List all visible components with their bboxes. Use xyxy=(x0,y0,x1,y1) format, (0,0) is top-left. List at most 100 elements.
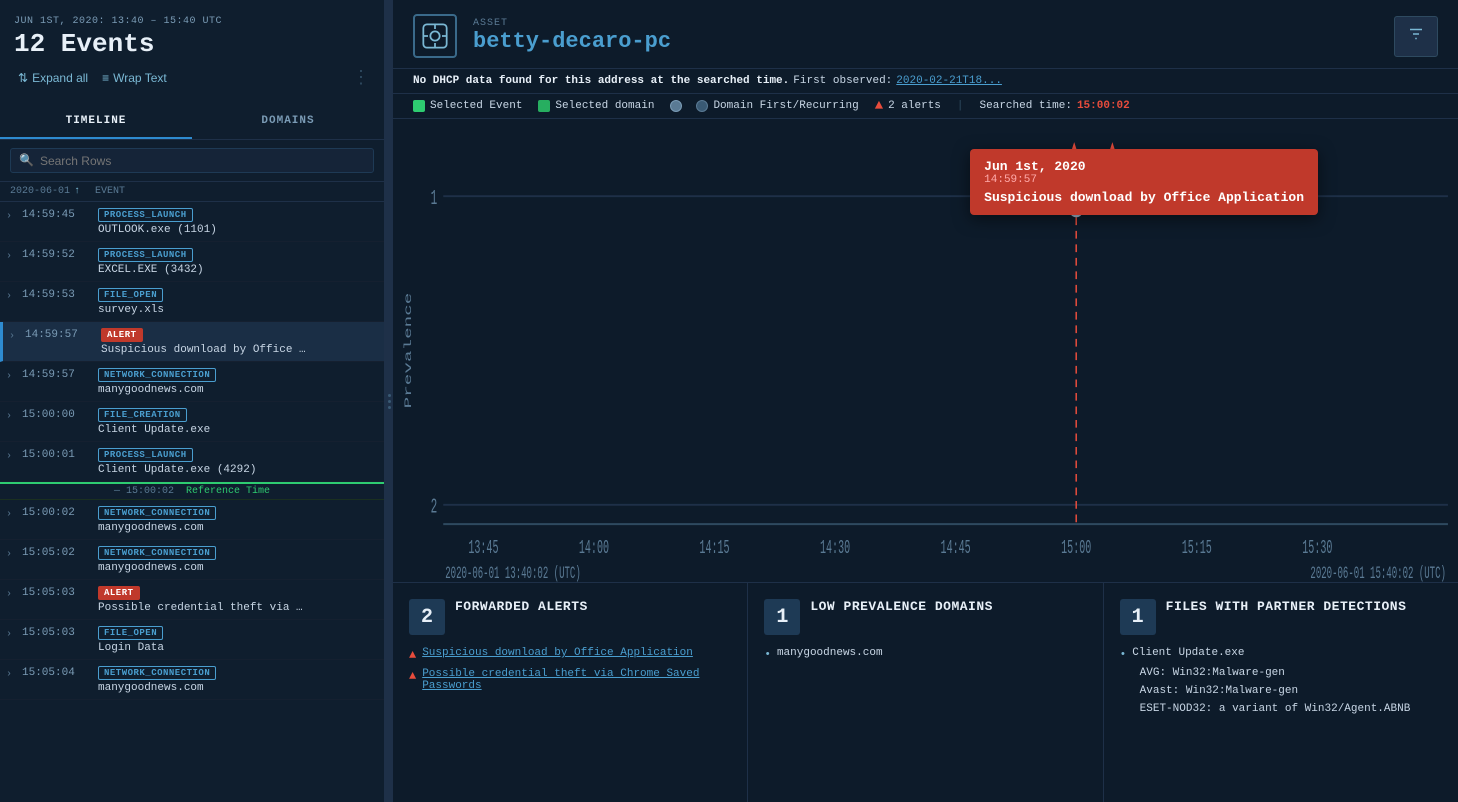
legend-domain-first: Domain First/Recurring xyxy=(670,100,858,112)
card-alert-link[interactable]: Suspicious download by Office Applicatio… xyxy=(422,647,693,659)
event-time: 14:59:57 xyxy=(22,367,94,381)
event-badge: FILE_OPEN xyxy=(98,288,163,302)
asset-icon xyxy=(413,14,457,58)
expand-arrow-icon[interactable]: › xyxy=(6,549,18,560)
event-row[interactable]: ›15:05:03ALERTPossible credential theft … xyxy=(0,580,384,620)
legend-selected-domain-label: Selected domain xyxy=(555,100,654,112)
asset-info: ASSET betty-decaro-pc xyxy=(473,18,1378,54)
more-options-button[interactable]: ⋮ xyxy=(352,67,370,89)
event-label: EXCEL.EXE (3432) xyxy=(98,264,338,276)
event-time: 14:59:53 xyxy=(22,287,94,301)
legend-alert-icon: ▲ xyxy=(875,98,883,114)
event-row[interactable]: ›15:00:00FILE_CREATIONClient Update.exe xyxy=(0,402,384,442)
legend-domain-first-label: Domain First/Recurring xyxy=(713,100,858,112)
left-header: JUN 1ST, 2020: 13:40 – 15:40 UTC 12 Even… xyxy=(0,0,384,105)
event-row[interactable]: ›15:05:02NETWORK_CONNECTIONmanygoodnews.… xyxy=(0,540,384,580)
card-alert-link[interactable]: Possible credential theft via Chrome Sav… xyxy=(422,668,731,692)
first-observed-link[interactable]: 2020-02-21T18... xyxy=(896,75,1002,87)
chart-container: Jun 1st, 2020 14:59:57 Suspicious downlo… xyxy=(393,119,1458,582)
left-panel: JUN 1ST, 2020: 13:40 – 15:40 UTC 12 Even… xyxy=(0,0,385,802)
asset-label-text: ASSET xyxy=(473,18,1378,29)
tab-timeline[interactable]: TIMELINE xyxy=(0,105,192,139)
expand-arrow-icon[interactable]: › xyxy=(6,629,18,640)
event-label: manygoodnews.com xyxy=(98,562,338,574)
expand-arrow-icon[interactable]: › xyxy=(6,211,18,222)
card-title-2: FILES WITH PARTNER DETECTIONS xyxy=(1166,599,1407,616)
card-item: Avast: Win32:Malware-gen xyxy=(1120,685,1442,697)
tooltip-date: Jun 1st, 2020 xyxy=(984,159,1304,174)
event-row[interactable]: › 14:59:53 FILE_OPEN survey.xls xyxy=(0,282,384,322)
resize-dot-2 xyxy=(388,400,391,403)
expand-arrow-icon[interactable]: › xyxy=(6,251,18,262)
event-row[interactable]: ›14:59:45PROCESS_LAUNCHOUTLOOK.exe (1101… xyxy=(0,202,384,242)
expand-arrow-icon[interactable]: › xyxy=(6,509,18,520)
events-list: › 14:59:45 PROCESS_LAUNCH OUTLOOK.exe (1101… xyxy=(0,202,384,802)
filter-button[interactable] xyxy=(1394,16,1438,57)
expand-all-button[interactable]: ⇅ Expand all xyxy=(14,69,92,87)
event-time: 15:00:02 xyxy=(22,505,94,519)
legend-searched-time: Searched time: 15:00:02 xyxy=(980,100,1130,112)
wrap-text-label: Wrap Text xyxy=(113,71,167,85)
search-input[interactable] xyxy=(40,154,365,168)
event-label: OUTLOOK.exe (1101) xyxy=(98,224,338,236)
reference-time-row: — 15:00:02Reference Time xyxy=(0,482,384,500)
dhcp-message: No DHCP data found for this address at t… xyxy=(413,75,789,87)
wrap-text-button[interactable]: ≡ Wrap Text xyxy=(98,69,171,87)
event-time: 15:05:03 xyxy=(22,585,94,599)
expand-arrow-icon[interactable]: › xyxy=(9,331,21,342)
event-content: NETWORK_CONNECTIONmanygoodnews.com xyxy=(98,665,378,694)
event-row[interactable]: ›15:05:03FILE_OPENLogin Data xyxy=(0,620,384,660)
event-content: FILE_OPENLogin Data xyxy=(98,625,378,654)
event-row[interactable]: › 15:00:02 NETWORK_CONNECTIONmanygoodnews.… xyxy=(0,500,384,540)
svg-text:14:45: 14:45 xyxy=(941,537,971,560)
event-badge: PROCESS_LAUNCH xyxy=(98,448,193,462)
card-item-text: manygoodnews.com xyxy=(777,647,883,659)
expand-all-label: Expand all xyxy=(32,71,88,85)
event-content: NETWORK_CONNECTIONmanygoodnews.com xyxy=(98,505,378,534)
legend-alerts-label: 2 alerts xyxy=(888,100,941,112)
event-label: survey.xls xyxy=(98,304,338,316)
legend-searched-time-value: 15:00:02 xyxy=(1077,100,1130,112)
expand-arrow-icon[interactable]: › xyxy=(6,451,18,462)
legend-selected-event: Selected Event xyxy=(413,100,522,112)
asset-header: ASSET betty-decaro-pc xyxy=(393,0,1458,69)
event-row[interactable]: ›15:00:01PROCESS_LAUNCHClient Update.exe… xyxy=(0,442,384,482)
svg-text:Prevalence: Prevalence xyxy=(403,293,415,409)
tab-domains[interactable]: DOMAINS xyxy=(192,105,384,139)
event-row[interactable]: ›15:05:04NETWORK_CONNECTIONmanygoodnews.… xyxy=(0,660,384,700)
chart-tooltip: Jun 1st, 2020 14:59:57 Suspicious downlo… xyxy=(970,149,1318,215)
col-time-header: 2020-06-01 ↑ xyxy=(10,186,95,197)
cards-row: 2FORWARDED ALERTS▲Suspicious download by… xyxy=(393,582,1458,802)
event-content: FILE_OPEN survey.xls xyxy=(98,287,378,316)
event-time: 14:59:45 xyxy=(22,207,94,221)
card-num-0: 2 xyxy=(409,599,445,635)
tabs-row: TIMELINE DOMAINS xyxy=(0,105,384,140)
expand-arrow-icon[interactable]: › xyxy=(6,589,18,600)
card-bullet-icon: • xyxy=(1120,649,1127,661)
col-headers: 2020-06-01 ↑ EVENT xyxy=(0,182,384,202)
event-label: manygoodnews.com xyxy=(98,522,338,534)
date-range: JUN 1ST, 2020: 13:40 – 15:40 UTC xyxy=(14,16,370,27)
legend-selected-event-label: Selected Event xyxy=(430,100,522,112)
expand-arrow-icon[interactable]: › xyxy=(6,291,18,302)
sort-arrow-icon[interactable]: ↑ xyxy=(74,186,80,197)
event-content: FILE_CREATIONClient Update.exe xyxy=(98,407,378,436)
card-num-1: 1 xyxy=(764,599,800,635)
card-0: 2FORWARDED ALERTS▲Suspicious download by… xyxy=(393,583,748,802)
expand-arrow-icon[interactable]: › xyxy=(6,669,18,680)
col-event-header: EVENT xyxy=(95,186,374,197)
event-row[interactable]: ›14:59:57ALERTSuspicious download by Off… xyxy=(0,322,384,362)
event-row[interactable]: ›14:59:57NETWORK_CONNECTIONmanygoodnews.… xyxy=(0,362,384,402)
toolbar: ⇅ Expand all ≡ Wrap Text ⋮ xyxy=(14,67,370,97)
tooltip-title: Suspicious download by Office Applicatio… xyxy=(984,190,1304,205)
event-badge: FILE_CREATION xyxy=(98,408,187,422)
legend-alerts: ▲ 2 alerts xyxy=(875,98,941,114)
resize-handle[interactable] xyxy=(385,0,393,802)
resize-dot-3 xyxy=(388,406,391,409)
card-item: •Client Update.exe xyxy=(1120,647,1442,661)
event-content: PROCESS_LAUNCHEXCEL.EXE (3432) xyxy=(98,247,378,276)
expand-arrow-icon[interactable]: › xyxy=(6,411,18,422)
expand-arrow-icon[interactable]: › xyxy=(6,371,18,382)
event-label: Client Update.exe (4292) xyxy=(98,464,338,476)
event-row[interactable]: ›14:59:52PROCESS_LAUNCHEXCEL.EXE (3432) xyxy=(0,242,384,282)
